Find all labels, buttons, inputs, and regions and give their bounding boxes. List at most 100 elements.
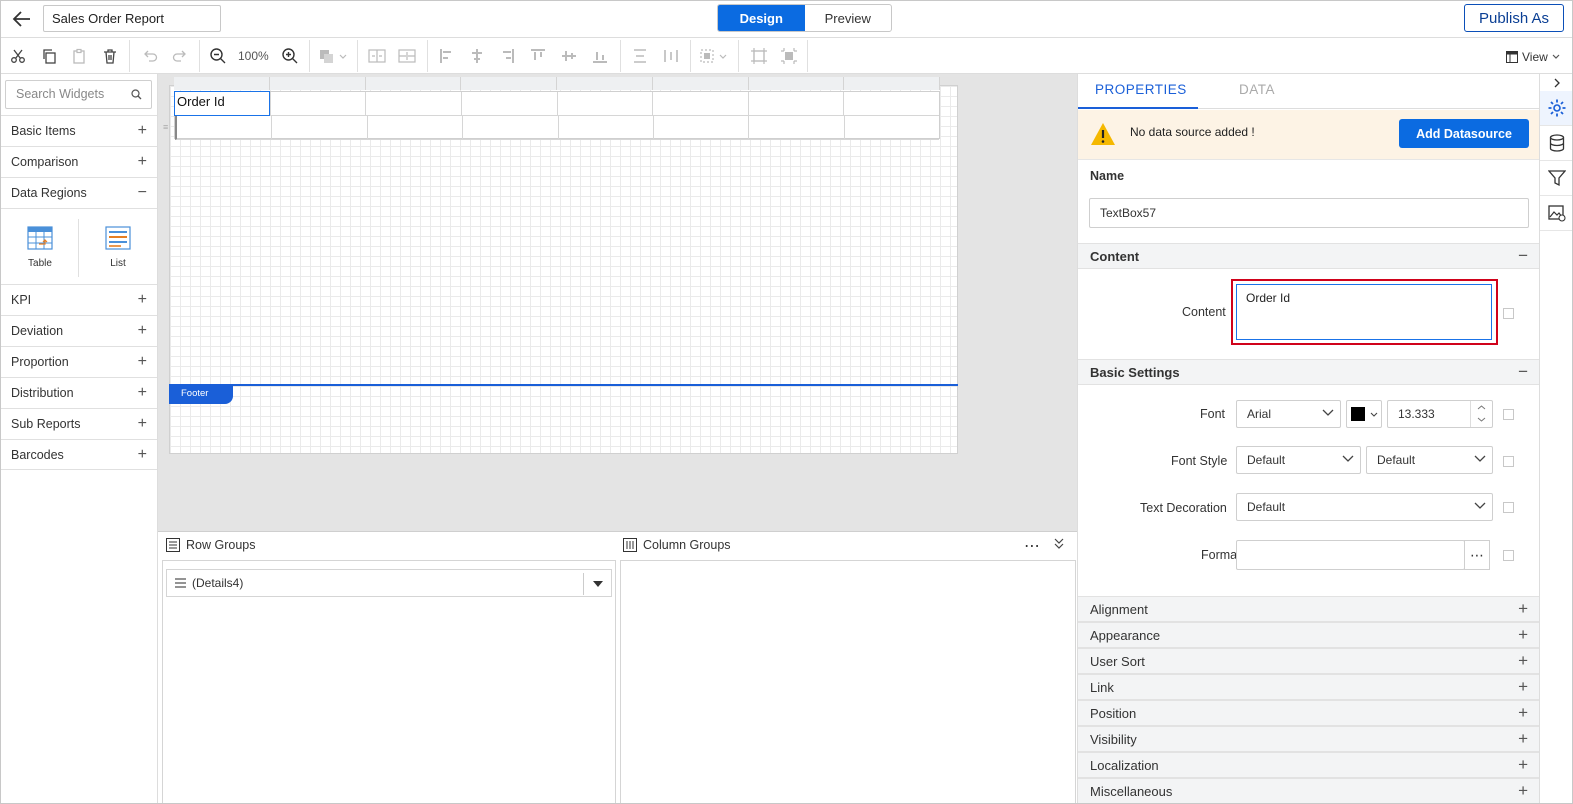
report-title-input[interactable]: Sales Order Report	[43, 5, 221, 32]
text-decoration-select[interactable]: Default	[1236, 493, 1493, 521]
chevron-down-icon	[1370, 412, 1378, 417]
properties-gear-icon[interactable]	[1540, 91, 1572, 126]
more-options-icon[interactable]: ⋯	[1024, 536, 1041, 556]
size-dropdown-icon[interactable]	[698, 44, 730, 68]
align-left-icon[interactable]	[436, 44, 458, 68]
publish-as-button[interactable]: Publish As	[1464, 4, 1564, 32]
preview-mode-button[interactable]: Preview	[805, 5, 892, 31]
no-datasource-banner: No data source added ! Add Datasource	[1078, 110, 1539, 160]
search-icon[interactable]	[131, 89, 148, 100]
expand-icon: +	[1518, 599, 1528, 618]
format-field[interactable]	[1236, 540, 1465, 570]
align-top-icon[interactable]	[527, 44, 549, 68]
font-style-select[interactable]: Default	[1236, 446, 1361, 474]
section-miscellaneous[interactable]: Miscellaneous +	[1078, 778, 1539, 803]
collapse-panel-icon[interactable]	[1054, 538, 1064, 550]
redo-icon[interactable]	[169, 44, 191, 68]
align-center-icon[interactable]	[466, 44, 488, 68]
collapse-rail-icon[interactable]	[1540, 74, 1572, 91]
expand-icon: +	[137, 353, 147, 370]
category-deviation[interactable]: Deviation +	[1, 315, 157, 346]
zoom-out-icon[interactable]	[207, 44, 229, 68]
expand-icon: +	[1518, 651, 1528, 670]
view-menu-button[interactable]: View	[1506, 50, 1560, 64]
align-right-icon[interactable]	[496, 44, 518, 68]
zoom-level: 100%	[238, 49, 269, 63]
font-expression-checkbox[interactable]	[1503, 409, 1514, 420]
expand-icon: +	[137, 384, 147, 401]
format-expression-checkbox[interactable]	[1503, 550, 1514, 561]
category-basic-items[interactable]: Basic Items +	[1, 115, 157, 146]
tab-properties[interactable]: PROPERTIES	[1095, 82, 1187, 97]
selected-textbox-cell[interactable]: Order Id	[174, 91, 270, 116]
tab-data[interactable]: DATA	[1239, 82, 1275, 97]
footer-divider[interactable]	[169, 384, 958, 386]
format-ellipsis-button[interactable]: ⋯	[1464, 540, 1490, 570]
font-color-picker[interactable]	[1346, 400, 1382, 428]
merge-cells-icon[interactable]	[366, 44, 388, 68]
align-middle-icon[interactable]	[558, 44, 580, 68]
paste-icon[interactable]	[68, 44, 90, 68]
report-table[interactable]: Order Id	[174, 91, 940, 140]
section-user-sort[interactable]: User Sort +	[1078, 648, 1539, 674]
widget-label: Table	[28, 258, 52, 269]
section-position[interactable]: Position +	[1078, 700, 1539, 726]
stepper-up-icon	[1477, 405, 1486, 410]
row-group-item[interactable]: (Details4)	[166, 569, 612, 597]
name-field[interactable]: TextBox57	[1089, 198, 1529, 228]
section-alignment[interactable]: Alignment +	[1078, 596, 1539, 622]
delete-icon[interactable]	[99, 44, 121, 68]
add-datasource-button[interactable]: Add Datasource	[1399, 119, 1529, 148]
split-cells-icon[interactable]	[396, 44, 418, 68]
table-widget[interactable]: Table	[1, 209, 79, 286]
font-size-stepper[interactable]: 13.333	[1387, 400, 1493, 428]
category-comparison[interactable]: Comparison +	[1, 146, 157, 177]
group-dropdown-button[interactable]	[583, 573, 611, 595]
section-link[interactable]: Link +	[1078, 674, 1539, 700]
column-groups-header: Column Groups	[623, 538, 731, 552]
database-icon[interactable]	[1540, 126, 1572, 161]
content-expression-checkbox[interactable]	[1503, 308, 1514, 319]
section-basic-settings[interactable]: Basic Settings −	[1078, 359, 1539, 385]
footer-tab[interactable]: Footer	[169, 386, 233, 404]
back-arrow-icon[interactable]	[11, 8, 33, 30]
font-weight-select[interactable]: Default	[1366, 446, 1493, 474]
search-widgets-input[interactable]: Search Widgets	[5, 80, 152, 109]
font-style-expression-checkbox[interactable]	[1503, 456, 1514, 467]
undo-icon[interactable]	[139, 44, 161, 68]
category-barcodes[interactable]: Barcodes +	[1, 439, 157, 470]
category-sub-reports[interactable]: Sub Reports +	[1, 408, 157, 439]
list-widget[interactable]: List	[79, 209, 157, 286]
section-content[interactable]: Content −	[1078, 243, 1539, 269]
category-data-regions[interactable]: Data Regions −	[1, 177, 157, 208]
section-appearance[interactable]: Appearance +	[1078, 622, 1539, 648]
filter-icon[interactable]	[1540, 161, 1572, 196]
cut-icon[interactable]	[7, 44, 29, 68]
text-decoration-expression-checkbox[interactable]	[1503, 502, 1514, 513]
category-proportion[interactable]: Proportion +	[1, 346, 157, 377]
copy-icon[interactable]	[38, 44, 60, 68]
distribute-vertical-icon[interactable]	[629, 44, 651, 68]
section-localization[interactable]: Localization +	[1078, 752, 1539, 778]
design-mode-button[interactable]: Design	[718, 5, 805, 31]
font-family-select[interactable]: Arial	[1236, 400, 1341, 428]
table-column-handles[interactable]	[174, 77, 940, 90]
bring-forward-icon[interactable]	[748, 44, 770, 68]
expand-icon: +	[137, 291, 147, 308]
send-backward-icon[interactable]	[778, 44, 800, 68]
content-textarea[interactable]: Order Id	[1236, 284, 1492, 340]
section-visibility[interactable]: Visibility +	[1078, 726, 1539, 752]
column-groups-icon	[623, 538, 637, 552]
report-body[interactable]	[169, 85, 958, 454]
category-distribution[interactable]: Distribution +	[1, 377, 157, 408]
properties-panel: PROPERTIES DATA No data source added ! A…	[1077, 74, 1539, 803]
category-kpi[interactable]: KPI +	[1, 284, 157, 315]
zoom-in-icon[interactable]	[279, 44, 301, 68]
image-settings-icon[interactable]	[1540, 196, 1572, 231]
distribute-horizontal-icon[interactable]	[660, 44, 682, 68]
content-label: Content	[1182, 305, 1226, 319]
right-rail	[1539, 74, 1572, 803]
row-handle-icon[interactable]: ≡	[163, 122, 168, 132]
order-dropdown-icon[interactable]	[317, 44, 349, 68]
align-bottom-icon[interactable]	[589, 44, 611, 68]
